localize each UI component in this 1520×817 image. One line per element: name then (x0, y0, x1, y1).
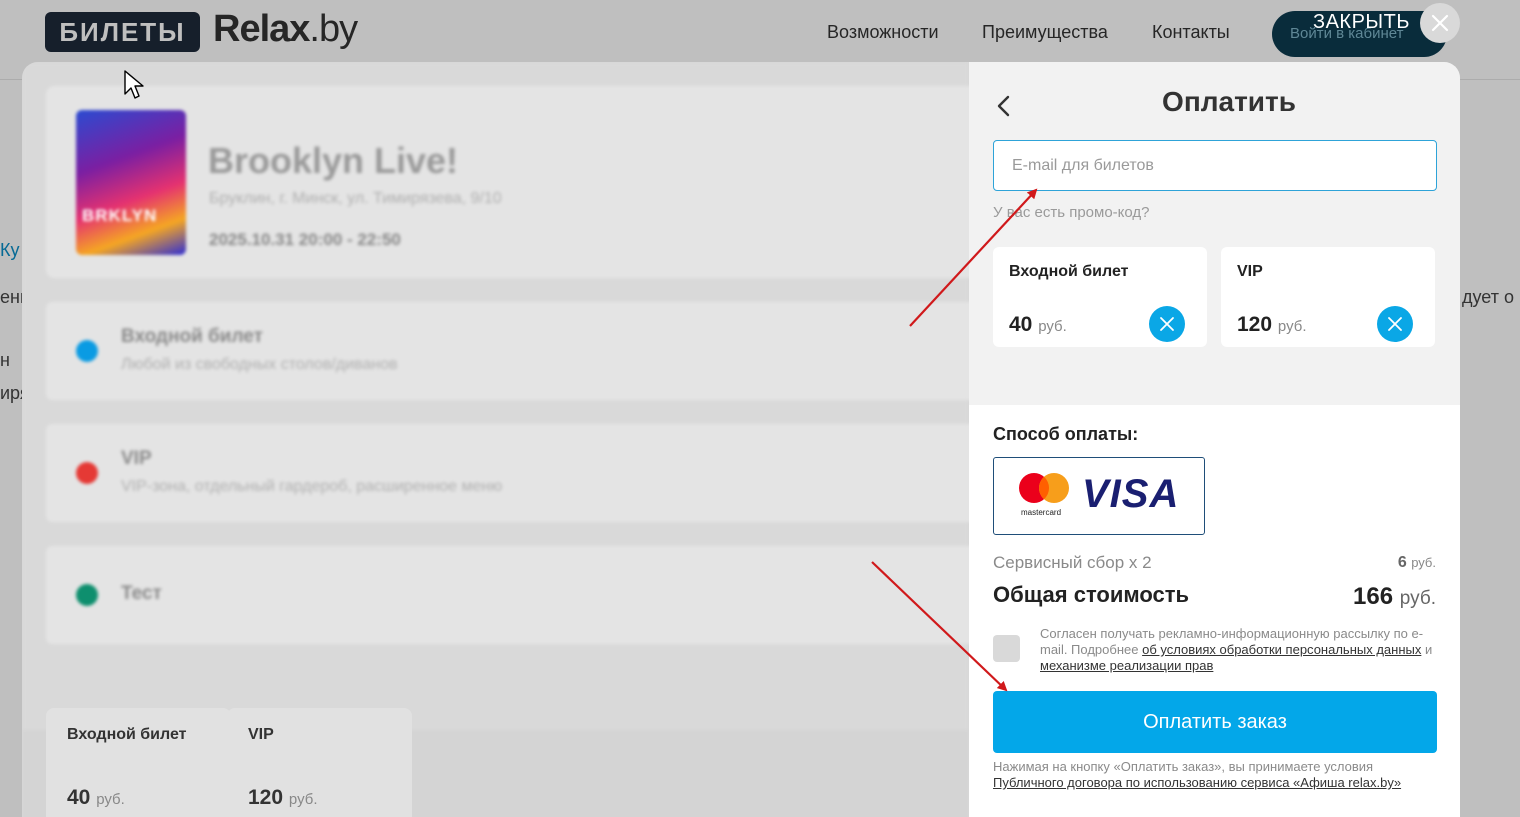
consent-and: и (1421, 642, 1433, 657)
personal-data-link[interactable]: об условиях обработки персональных данны… (1142, 642, 1421, 657)
ticket-type-row[interactable]: VIP VIP-зона, отдельный гардероб, расшир… (46, 424, 986, 522)
event-title: Brooklyn Live! (208, 140, 459, 181)
selected-ticket-name: Входной билет (67, 726, 187, 743)
fee-currency: руб. (1411, 555, 1436, 570)
total-value: 166 руб. (1353, 583, 1436, 611)
cart-ticket-price: 40 руб. (1009, 313, 1067, 337)
payment-title: Оплатить (1162, 86, 1296, 117)
ticket-type-name: VIP (121, 448, 152, 469)
event-poster: BRKLYN (76, 110, 186, 255)
close-icon (1388, 317, 1402, 331)
consent-text: Согласен получать рекламно-информационну… (1040, 626, 1440, 674)
ticket-color-dot (76, 462, 98, 484)
pay-order-button[interactable]: Оплатить заказ (993, 691, 1437, 753)
payment-method-label: Способ оплаты: (993, 424, 1139, 444)
cart-ticket-price: 120 руб. (1237, 313, 1307, 337)
payment-method-card[interactable]: mastercard VISA (993, 457, 1205, 535)
service-fee-label: Сервисный сбор х 2 (993, 553, 1152, 572)
remove-ticket-button[interactable] (1149, 306, 1185, 342)
ticket-type-name: Входной билет (121, 326, 263, 347)
price-currency: руб. (1277, 318, 1307, 335)
legal-notice: Нажимая на кнопку «Оплатить заказ», вы п… (993, 759, 1433, 791)
price-currency: руб. (1038, 318, 1067, 335)
selected-ticket-price: 120 руб. (248, 786, 318, 810)
price-value: 40 (67, 786, 91, 809)
ticket-modal: BRKLYN Brooklyn Live! Бруклин, г. Минск,… (22, 62, 1460, 817)
promo-code-link[interactable]: У вас есть промо-код? (993, 204, 1150, 221)
close-icon (1160, 317, 1174, 331)
public-contract-link[interactable]: Публичного договора по использованию сер… (993, 775, 1401, 790)
poster-label: BRKLYN (82, 206, 158, 225)
email-input[interactable] (993, 140, 1437, 191)
price-value: 40 (1009, 313, 1033, 336)
mouse-cursor-icon (124, 70, 144, 99)
price-currency: руб. (96, 791, 125, 808)
price-value: 120 (248, 786, 284, 809)
visa-logo: VISA (1082, 472, 1180, 516)
rights-link[interactable]: механизме реализации прав (1040, 658, 1213, 673)
close-label[interactable]: ЗАКРЫТЬ (1313, 11, 1410, 34)
close-icon (1431, 14, 1449, 32)
ticket-type-description: VIP-зона, отдельный гардероб, расширенно… (121, 478, 503, 495)
ticket-color-dot (76, 340, 98, 362)
event-card: BRKLYN Brooklyn Live! Бруклин, г. Минск,… (46, 86, 986, 278)
fee-amount: 6 (1397, 554, 1407, 571)
event-details: BRKLYN Brooklyn Live! Бруклин, г. Минск,… (22, 62, 986, 817)
close-button[interactable] (1420, 3, 1460, 43)
ticket-color-dot (76, 584, 98, 606)
consent-checkbox[interactable] (993, 635, 1020, 662)
mastercard-label: mastercard (1021, 508, 1062, 517)
cart-ticket-card: VIP 120 руб. (1221, 247, 1435, 347)
event-datetime: 2025.10.31 20:00 - 22:50 (209, 230, 401, 249)
ticket-type-row[interactable]: Входной билет Любой из свободных столов/… (46, 302, 986, 400)
ticket-type-row[interactable]: Тест (46, 546, 986, 644)
payment-panel: Оплатить У вас есть промо-код? Входной б… (969, 62, 1460, 817)
price-value: 120 (1237, 313, 1273, 336)
remove-ticket-button[interactable] (1377, 306, 1413, 342)
mastercard-icon (1019, 473, 1069, 503)
cart-ticket-card: Входной билет 40 руб. (993, 247, 1207, 347)
event-address: Бруклин, г. Минск, ул. Тимирязева, 9/10 (209, 190, 502, 207)
cart-ticket-name: VIP (1237, 263, 1263, 280)
legal-body: Нажимая на кнопку «Оплатить заказ», вы п… (993, 759, 1374, 774)
ticket-type-name: Тест (121, 583, 162, 604)
ticket-type-description: Любой из свободных столов/диванов (121, 356, 398, 373)
total-currency: руб. (1399, 588, 1436, 609)
total-label: Общая стоимость (993, 582, 1190, 607)
price-currency: руб. (288, 791, 318, 808)
selected-ticket-card[interactable]: Входной билет 40 руб. (46, 708, 231, 817)
total-amount: 166 (1353, 583, 1394, 610)
selected-ticket-price: 40 руб. (67, 786, 125, 810)
selected-ticket-name: VIP (248, 726, 274, 743)
cart-ticket-name: Входной билет (1009, 263, 1129, 280)
service-fee-value: 6 руб. (1398, 554, 1436, 572)
selected-ticket-card[interactable]: VIP 120 руб. (227, 708, 412, 817)
